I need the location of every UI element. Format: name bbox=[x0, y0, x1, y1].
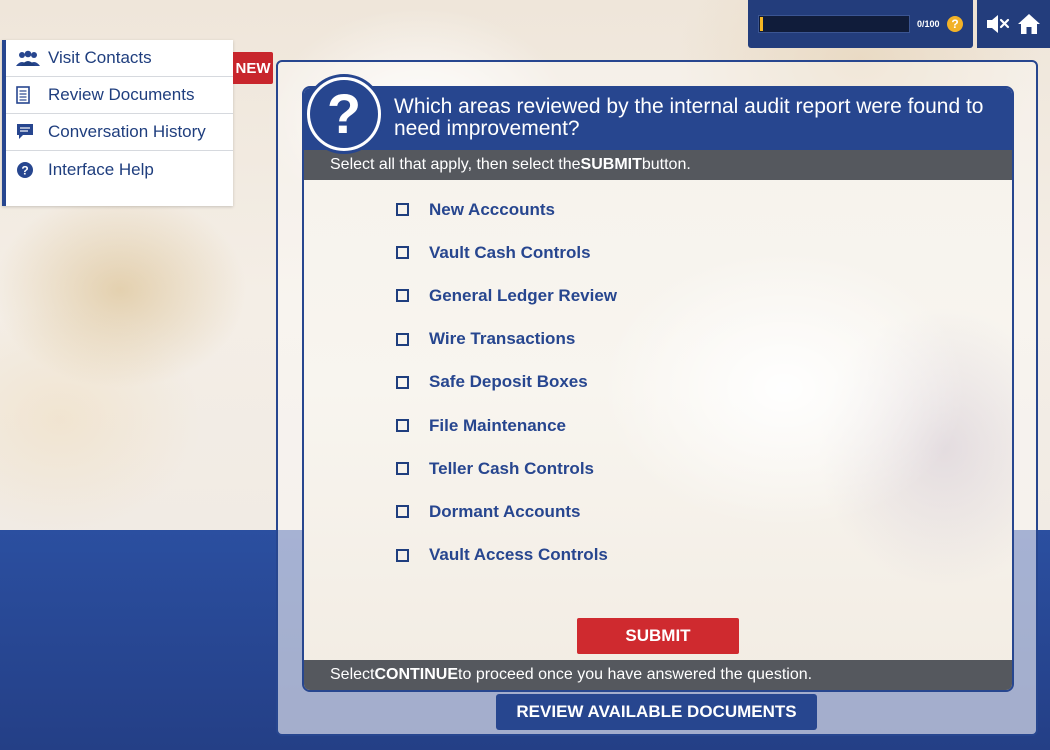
menu-item-label: Interface Help bbox=[48, 159, 154, 179]
instruction-text-suffix: button. bbox=[641, 156, 691, 173]
question-mark-icon: ? bbox=[304, 74, 384, 154]
option-general-ledger-review[interactable]: General Ledger Review bbox=[396, 274, 617, 317]
instruction-bar: Select all that apply, then select the S… bbox=[304, 150, 1012, 180]
option-teller-cash-controls[interactable]: Teller Cash Controls bbox=[396, 447, 617, 490]
continue-text-suffix: to proceed once you have answered the qu… bbox=[458, 666, 813, 683]
checkbox[interactable] bbox=[396, 548, 409, 562]
option-vault-cash-controls[interactable]: Vault Cash Controls bbox=[396, 231, 617, 274]
option-label: Dormant Accounts bbox=[429, 501, 581, 521]
side-menu: Visit Contacts Review Documents Conversa… bbox=[2, 40, 233, 206]
question-card: Which areas reviewed by the internal aud… bbox=[302, 86, 1014, 692]
menu-item-label: Conversation History bbox=[48, 122, 206, 141]
progress-bar bbox=[758, 15, 910, 33]
menu-item-conversation-history[interactable]: Conversation History bbox=[6, 114, 233, 151]
question-panel: Which areas reviewed by the internal aud… bbox=[276, 60, 1038, 736]
progress-bar-fill bbox=[760, 17, 763, 31]
option-label: Vault Cash Controls bbox=[429, 242, 591, 262]
option-label: General Ledger Review bbox=[429, 285, 618, 305]
option-label: Wire Transactions bbox=[429, 329, 576, 349]
option-label: Vault Access Controls bbox=[429, 545, 608, 565]
speaker-muted-icon[interactable] bbox=[984, 10, 1012, 38]
checkbox[interactable] bbox=[396, 462, 409, 476]
checkbox[interactable] bbox=[396, 332, 409, 346]
document-icon bbox=[16, 85, 42, 105]
home-icon[interactable] bbox=[1015, 10, 1043, 38]
new-badge: NEW bbox=[233, 52, 273, 84]
question-title: Which areas reviewed by the internal aud… bbox=[394, 95, 984, 140]
option-label: New Acccounts bbox=[429, 199, 555, 219]
continue-text-prefix: Select bbox=[330, 666, 375, 683]
option-new-accounts[interactable]: New Acccounts bbox=[396, 188, 617, 231]
menu-item-review-documents[interactable]: Review Documents bbox=[6, 77, 233, 114]
instruction-text-prefix: Select all that apply, then select the bbox=[330, 156, 581, 173]
audio-home-toolbar bbox=[977, 0, 1050, 48]
option-safe-deposit-boxes[interactable]: Safe Deposit Boxes bbox=[396, 361, 617, 404]
checkbox[interactable] bbox=[396, 289, 409, 303]
option-label: Teller Cash Controls bbox=[429, 458, 594, 478]
menu-item-visit-contacts[interactable]: Visit Contacts bbox=[6, 40, 233, 77]
help-icon: ? bbox=[16, 160, 42, 180]
option-label: Safe Deposit Boxes bbox=[429, 372, 588, 392]
menu-item-label: Visit Contacts bbox=[48, 48, 152, 67]
question-mark-glyph: ? bbox=[310, 80, 378, 148]
continue-text-bold: CONTINUE bbox=[374, 666, 459, 683]
progress-help-icon[interactable]: ? bbox=[947, 16, 963, 32]
submit-button[interactable]: SUBMIT bbox=[577, 618, 739, 654]
checkbox[interactable] bbox=[396, 203, 409, 217]
checkbox[interactable] bbox=[396, 375, 409, 389]
option-file-maintenance[interactable]: File Maintenance bbox=[396, 404, 617, 447]
checkbox[interactable] bbox=[396, 246, 409, 260]
review-documents-button[interactable]: REVIEW AVAILABLE DOCUMENTS bbox=[496, 694, 817, 730]
option-vault-access-controls[interactable]: Vault Access Controls bbox=[396, 534, 617, 577]
people-icon bbox=[16, 48, 42, 68]
options-list: New Acccounts Vault Cash Controls Genera… bbox=[396, 188, 617, 577]
menu-item-label: Review Documents bbox=[48, 85, 195, 104]
chat-icon bbox=[16, 122, 42, 142]
progress-panel: 0/100 ? bbox=[748, 0, 973, 48]
option-dormant-accounts[interactable]: Dormant Accounts bbox=[396, 490, 617, 533]
svg-text:?: ? bbox=[21, 163, 28, 177]
option-label: File Maintenance bbox=[429, 415, 566, 435]
option-wire-transactions[interactable]: Wire Transactions bbox=[396, 318, 617, 361]
menu-item-interface-help[interactable]: ? Interface Help bbox=[6, 151, 233, 188]
checkbox[interactable] bbox=[396, 419, 409, 433]
checkbox[interactable] bbox=[396, 505, 409, 519]
progress-label: 0/100 bbox=[917, 19, 940, 29]
continue-bar: Select CONTINUE to proceed once you have… bbox=[304, 660, 1012, 690]
question-header: Which areas reviewed by the internal aud… bbox=[304, 88, 1012, 150]
instruction-text-bold: SUBMIT bbox=[580, 156, 642, 173]
